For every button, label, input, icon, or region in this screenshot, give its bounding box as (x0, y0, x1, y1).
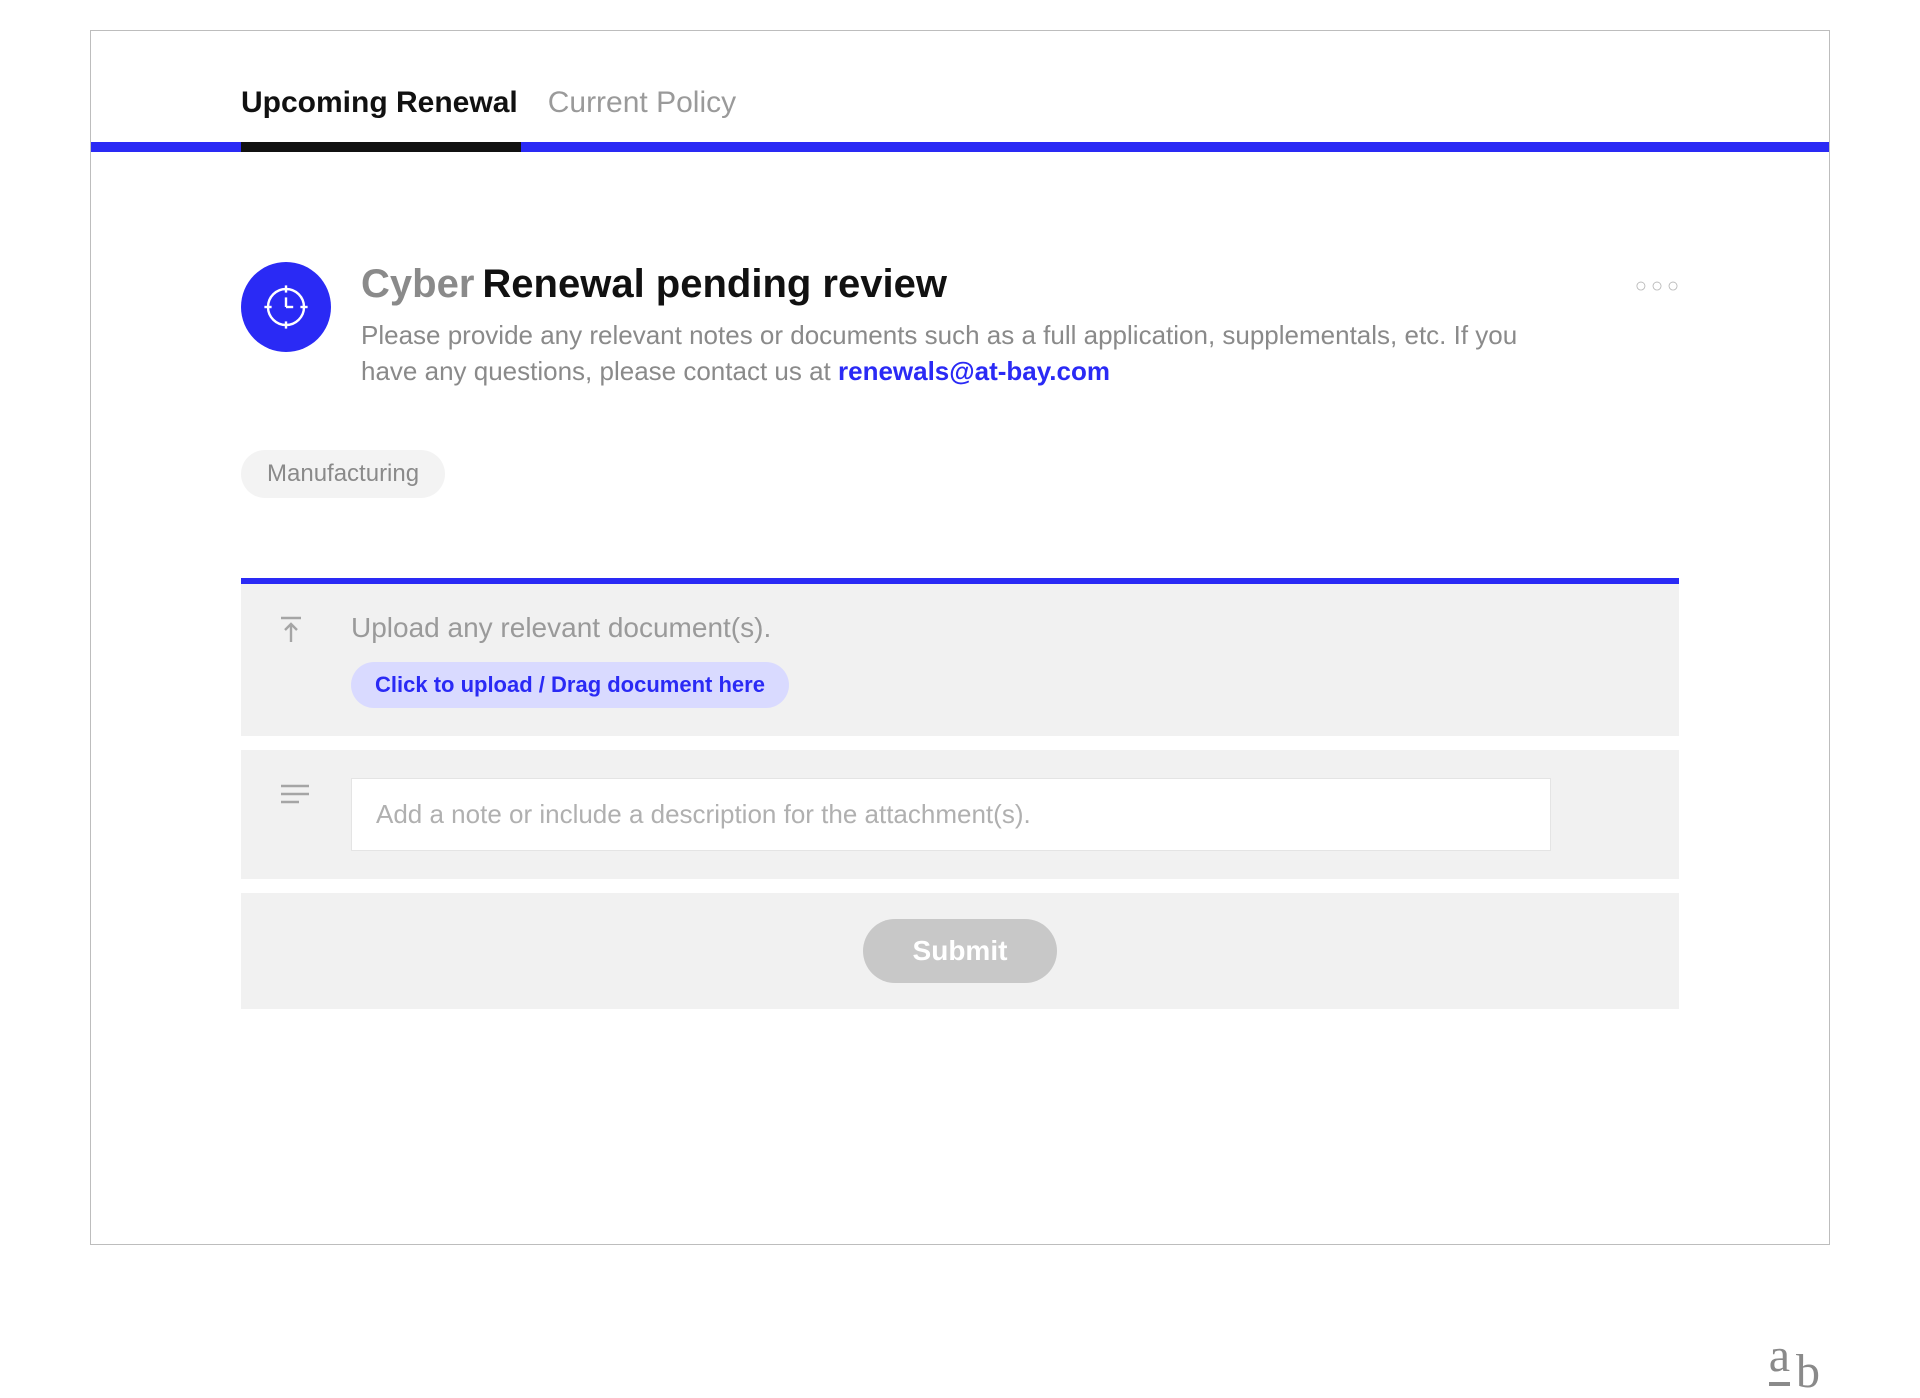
page-title: CyberRenewal pending review (361, 262, 1639, 307)
main-content: CyberRenewal pending review Please provi… (91, 152, 1829, 1009)
page-header: CyberRenewal pending review Please provi… (241, 262, 1679, 390)
header-text-block: CyberRenewal pending review Please provi… (361, 262, 1639, 390)
status-icon (241, 262, 331, 352)
industry-tag: Manufacturing (241, 450, 445, 498)
tab-current-policy[interactable]: Current Policy (548, 86, 736, 142)
note-input[interactable] (351, 778, 1551, 851)
more-actions-button[interactable]: ○○○ (1639, 266, 1679, 306)
tab-upcoming-renewal[interactable]: Upcoming Renewal (241, 86, 518, 142)
tab-underline (91, 142, 1829, 152)
watermark-b: b (1796, 1348, 1820, 1396)
notes-icon (281, 782, 311, 813)
form-panels: Upload any relevant document(s). Click t… (241, 578, 1679, 1009)
contact-email-link[interactable]: renewals@at-bay.com (838, 356, 1110, 386)
upload-panel: Upload any relevant document(s). Click t… (241, 578, 1679, 736)
title-prefix: Cyber (361, 262, 474, 306)
upload-body: Upload any relevant document(s). Click t… (351, 612, 1639, 708)
page-description: Please provide any relevant notes or doc… (361, 317, 1561, 390)
upload-icon (281, 616, 311, 651)
title-status: Renewal pending review (482, 262, 947, 306)
active-tab-indicator (241, 142, 521, 152)
note-body (351, 778, 1639, 851)
submit-button[interactable]: Submit (863, 919, 1058, 983)
upload-label: Upload any relevant document(s). (351, 612, 1639, 644)
upload-button[interactable]: Click to upload / Drag document here (351, 662, 789, 708)
submit-panel: Submit (241, 893, 1679, 1009)
watermark-a: a (1769, 1332, 1790, 1386)
tab-bar: Upcoming Renewal Current Policy (91, 31, 1829, 142)
watermark-logo: ab (1769, 1332, 1820, 1386)
note-panel (241, 750, 1679, 879)
app-frame: Upcoming Renewal Current Policy Cyber (90, 30, 1830, 1245)
